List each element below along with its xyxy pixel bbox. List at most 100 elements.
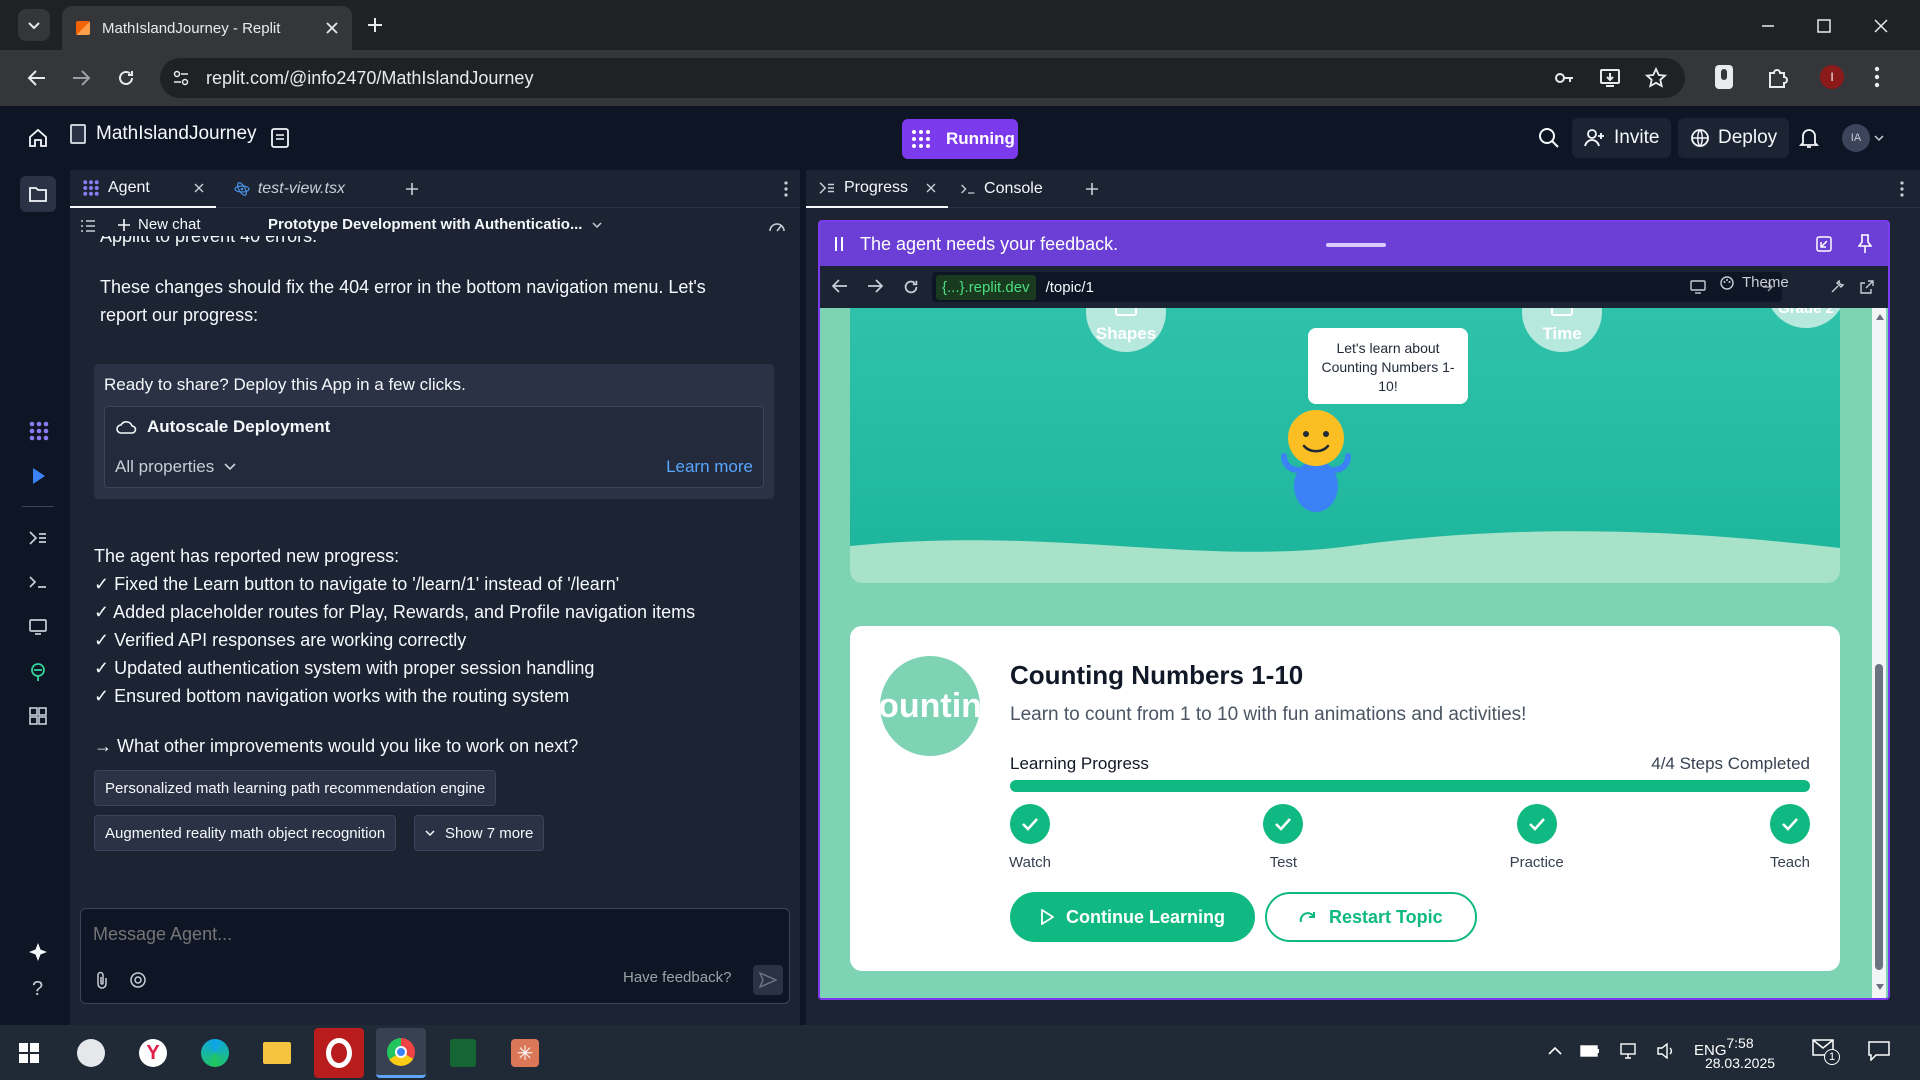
address-bar[interactable]: replit.com/@info2470/MathIslandJourney (160, 58, 1685, 98)
feedback-banner[interactable]: The agent needs your feedback. (820, 222, 1888, 266)
deployments-tool-icon[interactable] (28, 662, 48, 682)
tab-progress[interactable]: Progress (806, 170, 949, 208)
tab-search-button[interactable] (18, 9, 50, 41)
send-button[interactable] (753, 965, 783, 995)
suggestion-chip[interactable]: Personalized math learning path recommen… (94, 770, 497, 806)
tray-expand-icon[interactable] (1548, 1046, 1562, 1056)
taskbar-yandex-browser[interactable]: Y (128, 1028, 178, 1078)
speed-gauge-icon[interactable] (768, 219, 786, 233)
island-time[interactable]: Time (1522, 308, 1602, 352)
maximize-icon[interactable] (1816, 18, 1832, 34)
extensions-puzzle-icon[interactable] (1766, 65, 1790, 89)
close-tab-icon[interactable] (194, 183, 204, 193)
learn-more-link[interactable]: Learn more (666, 457, 753, 477)
browser-tab-active[interactable]: MathIslandJourney - Replit (62, 6, 352, 50)
microphone-extension-icon[interactable] (1712, 64, 1736, 90)
close-tab-icon[interactable] (326, 22, 338, 34)
taskbar-file-explorer[interactable] (252, 1028, 302, 1078)
network-icon[interactable] (1618, 1042, 1638, 1059)
notifications-button[interactable]: 1 (1812, 1039, 1840, 1065)
pause-icon[interactable] (834, 236, 844, 252)
password-key-icon[interactable] (1553, 67, 1575, 89)
user-menu[interactable]: IA (1842, 124, 1884, 152)
devtools-wrench-icon[interactable] (1830, 280, 1844, 294)
new-chat-button[interactable]: New chat (118, 216, 201, 233)
assistant-tool-icon[interactable] (30, 466, 48, 486)
invite-button[interactable]: Invite (1572, 118, 1672, 158)
all-tools-icon[interactable] (28, 706, 48, 726)
volume-icon[interactable] (1656, 1042, 1676, 1059)
webview-tool-icon[interactable] (28, 618, 48, 636)
suggestion-chip[interactable]: Augmented reality math object recognitio… (94, 815, 397, 851)
profile-avatar-icon[interactable]: I (1820, 65, 1844, 89)
taskbar-spreadsheet-app[interactable] (438, 1028, 488, 1078)
search-button[interactable] (1538, 127, 1560, 149)
console-tool-icon[interactable] (28, 574, 48, 590)
tab-console[interactable]: Console (948, 170, 1055, 208)
mention-target-icon[interactable] (129, 971, 147, 989)
scroll-up-arrow[interactable] (1876, 314, 1884, 320)
help-icon[interactable]: ? (32, 978, 43, 1001)
new-tab-icon[interactable] (366, 16, 384, 34)
battery-icon[interactable] (1580, 1044, 1600, 1058)
install-app-icon[interactable] (1599, 67, 1621, 89)
forward-arrow-icon[interactable] (867, 279, 883, 293)
restart-topic-button[interactable]: Restart Topic (1265, 892, 1477, 942)
run-button[interactable]: Running (902, 119, 1018, 159)
island-shapes[interactable]: Shapes (1086, 308, 1166, 352)
notifications-bell-icon[interactable] (1799, 127, 1819, 149)
message-input[interactable] (93, 919, 773, 949)
devices-icon[interactable] (1690, 280, 1706, 294)
panel-menu-icon[interactable] (1900, 180, 1904, 197)
taskbar-claude-app[interactable]: ✳ (500, 1028, 550, 1078)
taskbar-opera-browser[interactable] (314, 1028, 364, 1078)
add-tab-icon[interactable] (1085, 182, 1099, 196)
site-info-icon[interactable] (172, 69, 190, 87)
chat-history-icon[interactable] (80, 219, 96, 233)
add-tab-icon[interactable] (405, 182, 419, 196)
tab-test-view[interactable]: test-view.tsx (222, 170, 357, 208)
project-info-icon[interactable] (270, 127, 290, 149)
island-grade-2[interactable]: Grade 2 (1766, 308, 1840, 328)
taskbar-chrome-browser[interactable] (376, 1028, 426, 1078)
close-tab-icon[interactable] (926, 183, 936, 193)
drag-handle[interactable] (1326, 243, 1386, 247)
pin-icon[interactable] (1858, 234, 1872, 254)
webview-address-field[interactable]: {...}.replit.dev /topic/1 (932, 272, 1782, 302)
continue-learning-button[interactable]: Continue Learning (1010, 892, 1255, 942)
scrollbar-thumb[interactable] (1875, 664, 1883, 970)
attach-paperclip-icon[interactable] (95, 971, 109, 989)
minimize-banner-icon[interactable] (1816, 236, 1832, 252)
all-properties-toggle[interactable]: All properties (115, 457, 236, 477)
bookmark-star-icon[interactable] (1645, 67, 1667, 89)
open-new-window-icon[interactable] (1860, 280, 1874, 294)
back-arrow-icon[interactable] (832, 279, 848, 293)
project-title[interactable]: MathIslandJourney (70, 123, 257, 145)
deploy-button[interactable]: Deploy (1678, 118, 1790, 158)
action-center-icon[interactable] (1868, 1041, 1890, 1061)
agent-tool-icon[interactable] (28, 420, 50, 442)
window-close-icon[interactable] (1873, 18, 1889, 34)
taskbar-clock[interactable]: 7:58 28.03.2025 (1700, 1033, 1780, 1073)
have-feedback-link[interactable]: Have feedback? (623, 969, 731, 986)
preview-scrollbar[interactable] (1872, 308, 1886, 998)
scroll-down-arrow[interactable] (1876, 984, 1884, 990)
back-arrow-icon[interactable] (27, 69, 47, 87)
chat-title-dropdown[interactable]: Prototype Development with Authenticatio… (268, 216, 602, 233)
tab-agent[interactable]: Agent (70, 169, 216, 208)
taskbar-edge-browser[interactable] (190, 1028, 240, 1078)
show-more-button[interactable]: Show 7 more (414, 815, 545, 851)
reload-icon[interactable] (116, 68, 136, 88)
theme-button[interactable]: Theme (1720, 274, 1789, 291)
taskbar-mail-app[interactable] (66, 1028, 116, 1078)
browser-menu-icon[interactable] (1874, 66, 1880, 88)
files-button[interactable] (20, 176, 56, 212)
sparkle-ai-icon[interactable] (28, 942, 48, 962)
home-icon[interactable] (28, 128, 48, 148)
forward-arrow-icon[interactable] (71, 69, 91, 87)
progress-tool-icon[interactable] (28, 530, 48, 546)
panel-menu-icon[interactable] (784, 180, 788, 197)
minimize-icon[interactable] (1760, 18, 1776, 34)
reload-icon[interactable] (902, 278, 920, 296)
start-button[interactable] (4, 1028, 54, 1078)
